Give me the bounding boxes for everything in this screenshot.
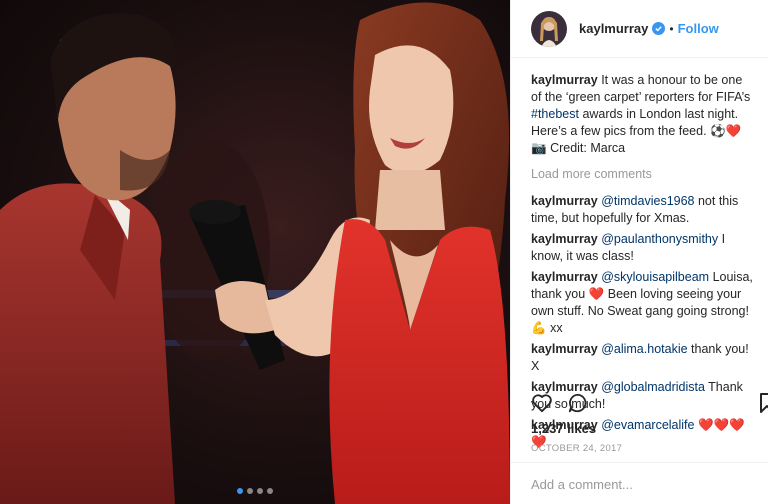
- verified-icon: [652, 22, 666, 35]
- comment: kaylmurray @paulanthonysmithy I know, it…: [531, 231, 756, 265]
- likes-count[interactable]: 1,237 likes: [531, 421, 596, 436]
- mention-link[interactable]: @timdavies1968: [601, 194, 694, 208]
- comment-username[interactable]: kaylmurray: [531, 342, 598, 356]
- caption-credit: Credit: Marca: [550, 141, 626, 155]
- avatar[interactable]: [531, 10, 567, 47]
- camera-icon: 📷: [531, 141, 547, 155]
- follow-button[interactable]: Follow: [678, 21, 719, 36]
- separator: •: [669, 21, 674, 36]
- comment-icon[interactable]: [567, 392, 589, 419]
- post-date: OCTOBER 24, 2017: [531, 443, 623, 454]
- post-header: kaylmurray • Follow: [511, 0, 768, 58]
- comment: kaylmurray @skylouisapilbeam Louisa, tha…: [531, 269, 756, 337]
- caption-username[interactable]: kaylmurray: [531, 73, 598, 87]
- post-side-panel: kaylmurray • Follow kaylmurray It was a …: [510, 0, 768, 504]
- load-more-comments[interactable]: Load more comments: [531, 166, 756, 183]
- username[interactable]: kaylmurray: [579, 21, 648, 36]
- carousel-dot[interactable]: [257, 488, 263, 494]
- caption: kaylmurray It was a honour to be one of …: [531, 72, 756, 157]
- carousel-dot[interactable]: [237, 488, 243, 494]
- bookmark-icon[interactable]: [760, 393, 768, 418]
- heart-emoji-icon: ❤️: [588, 287, 605, 301]
- comment-text: xx: [550, 321, 563, 335]
- comment-username[interactable]: kaylmurray: [531, 194, 598, 208]
- carousel-dot[interactable]: [267, 488, 273, 494]
- mention-link[interactable]: @skylouisapilbeam: [601, 270, 709, 284]
- mention-link[interactable]: @evamarcelalife: [601, 418, 694, 432]
- comment: kaylmurray @alima.hotakie thank you! X: [531, 341, 756, 375]
- soccer-ball-icon: ⚽: [710, 124, 726, 138]
- comment-username[interactable]: kaylmurray: [531, 270, 598, 284]
- add-comment-input[interactable]: Add a comment...: [511, 462, 768, 492]
- photo-illustration: [0, 2, 510, 504]
- hashtag-link[interactable]: #thebest: [531, 107, 579, 121]
- carousel-dot[interactable]: [247, 488, 253, 494]
- comment-username[interactable]: kaylmurray: [531, 232, 598, 246]
- flexed-biceps-icon: 💪: [531, 321, 547, 335]
- heart-emoji-icon: ❤️: [725, 124, 742, 138]
- mention-link[interactable]: @paulanthonysmithy: [601, 232, 718, 246]
- comment: kaylmurray @timdavies1968 not this time,…: [531, 193, 756, 227]
- heart-icon[interactable]: [531, 393, 553, 418]
- post-photo[interactable]: [0, 0, 510, 504]
- carousel-indicator[interactable]: [0, 488, 510, 494]
- mention-link[interactable]: @alima.hotakie: [601, 342, 687, 356]
- post-actions: [531, 392, 768, 419]
